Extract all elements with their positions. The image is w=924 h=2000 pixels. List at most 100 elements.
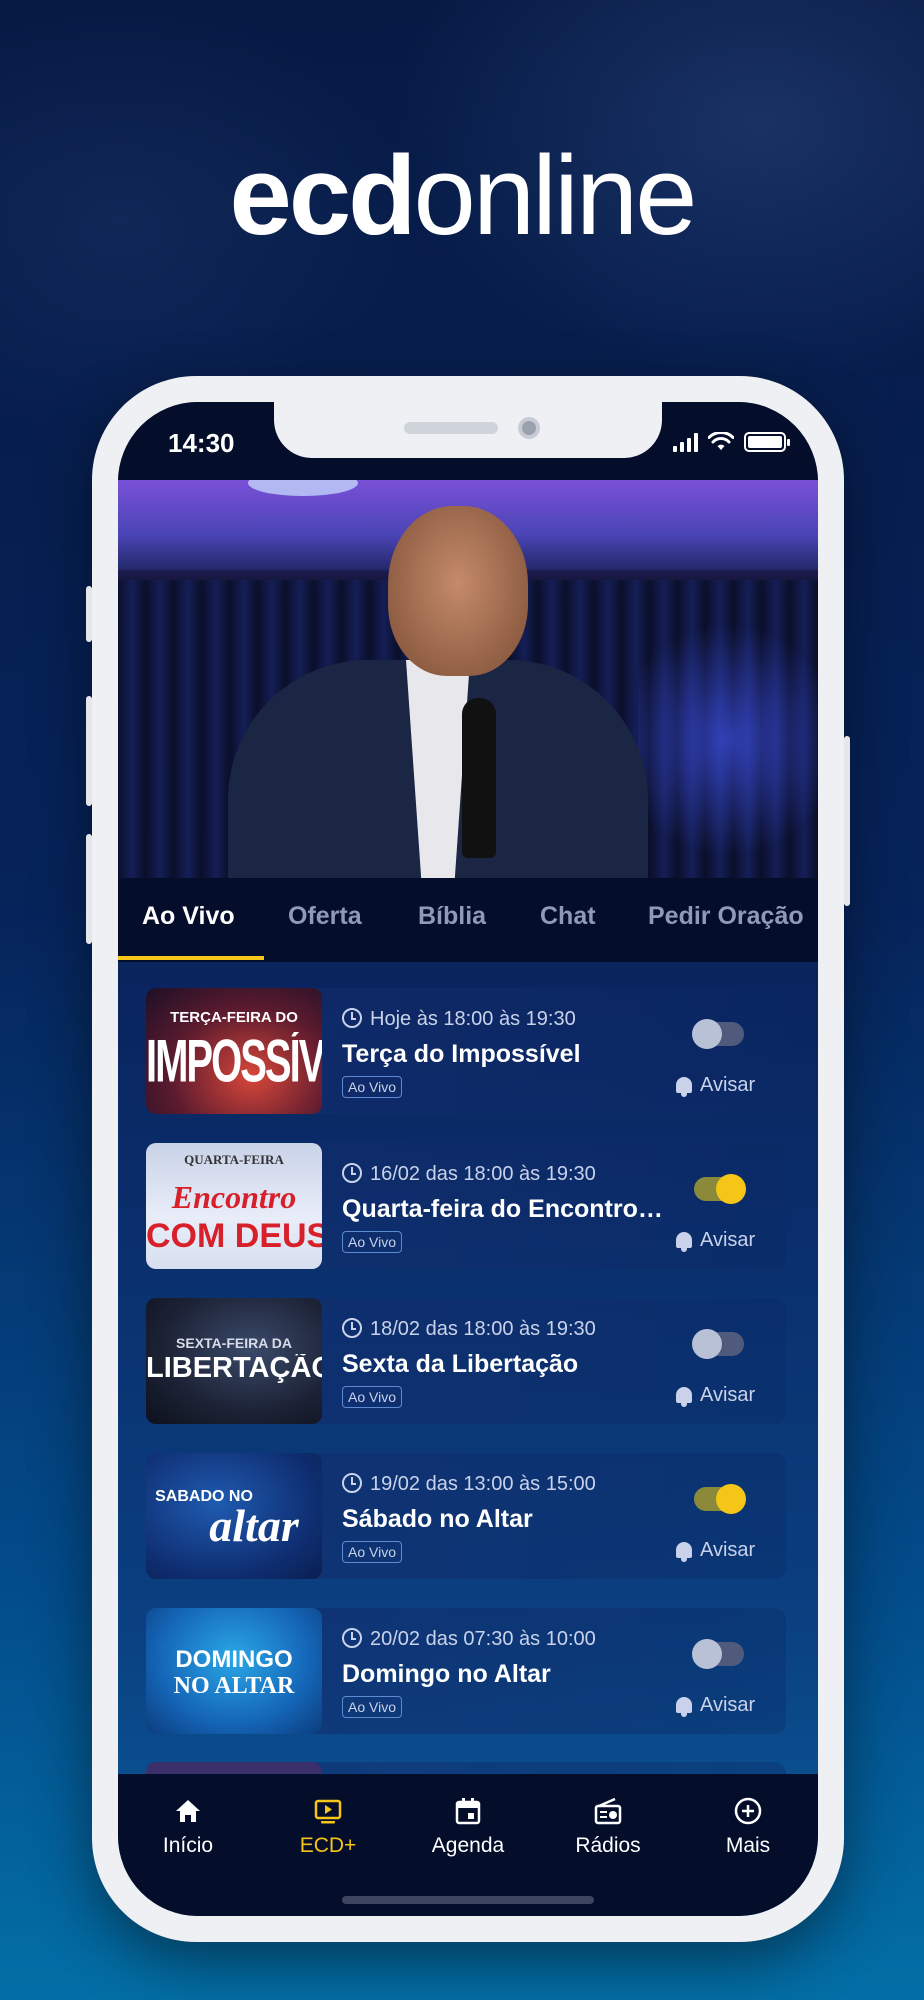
phone-volume-up (86, 696, 92, 806)
event-time-text: 19/02 das 13:00 às 15:00 (370, 1473, 596, 1495)
nav-mais-label: Mais (725, 1834, 771, 1857)
phone-screen: 14:30 Ao Vivo Oferta Bíblia Chat Pedir O… (118, 402, 818, 1916)
radio-icon (594, 1797, 622, 1825)
thumb-line2: altar (209, 1503, 299, 1549)
tab-ao-vivo[interactable]: Ao Vivo (142, 902, 235, 931)
event-title: Domingo no Altar (342, 1660, 551, 1688)
bell-icon (676, 1232, 692, 1252)
event-time: Hoje às 18:00 às 19:30 (342, 1008, 576, 1031)
toggle-knob (692, 1019, 722, 1049)
notify-toggle[interactable] (692, 1639, 744, 1669)
clock-icon (342, 1318, 362, 1338)
notify-label[interactable]: Avisar (676, 1384, 755, 1407)
phone-power-button (844, 736, 850, 906)
nav-radios-label: Rádios (575, 1834, 641, 1857)
notify-toggle[interactable] (692, 1329, 744, 1359)
event-time: 16/02 das 18:00 às 19:30 (342, 1163, 596, 1186)
event-time-text: 20/02 das 07:30 às 10:00 (370, 1628, 596, 1650)
event-card[interactable]: SÁBADO NO altar 19/02 das 13:00 às 15:00… (146, 1453, 786, 1579)
phone-mockup: 14:30 Ao Vivo Oferta Bíblia Chat Pedir O… (86, 376, 850, 1942)
calendar-icon (455, 1798, 481, 1825)
event-title: Quarta-feira do Encontro com Deus (342, 1195, 664, 1223)
notify-toggle[interactable] (694, 1484, 746, 1514)
event-time: 20/02 das 07:30 às 10:00 (342, 1628, 596, 1651)
brand-logo-part1: ecd (229, 133, 417, 258)
event-card[interactable]: DOMINGO NO ALTAR 20/02 das 07:30 às 10:0… (146, 1608, 786, 1734)
event-thumbnail: TERÇA-FEIRA DO IMPOSSÍVEL (146, 988, 322, 1114)
phone-volume-down (86, 834, 92, 944)
notch-speaker (404, 422, 498, 434)
event-thumbnail: QUARTA-FEIRA Encontro COM DEUS (146, 1143, 322, 1269)
nav-agenda[interactable]: Agenda (398, 1796, 538, 1858)
event-time: 19/02 das 13:00 às 15:00 (342, 1473, 596, 1496)
notify-label-text: Avisar (700, 1694, 756, 1716)
wifi-icon (708, 432, 734, 450)
nav-inicio[interactable]: Início (118, 1796, 258, 1858)
event-card[interactable]: TERÇA-FEIRA DO IMPOSSÍVEL Hoje às 18:00 … (146, 988, 786, 1114)
nav-radios[interactable]: Rádios (538, 1796, 678, 1858)
brand-logo-part2: online (413, 133, 698, 258)
event-card[interactable]: SEXTA-FEIRA DA LIBERTAÇÃO 18/02 das 18:0… (146, 1298, 786, 1424)
status-icons (673, 432, 790, 452)
tab-pedir-oracao[interactable]: Pedir Oração (648, 902, 804, 931)
home-icon (176, 1800, 200, 1822)
notify-label[interactable]: Avisar (676, 1074, 755, 1097)
nav-mais[interactable]: Mais (678, 1796, 818, 1858)
event-time-text: 18/02 das 18:00 às 19:30 (370, 1318, 596, 1340)
live-video-player[interactable] (118, 480, 818, 878)
clock-icon (342, 1008, 362, 1028)
bell-icon (676, 1387, 692, 1407)
live-badge: Ao Vivo (342, 1231, 402, 1253)
toggle-knob (716, 1484, 746, 1514)
signal-icon (673, 432, 698, 452)
tab-bar: Ao Vivo Oferta Bíblia Chat Pedir Oração (118, 878, 818, 962)
bell-icon (676, 1542, 692, 1562)
plus-circle-icon (734, 1797, 762, 1825)
live-badge: Ao Vivo (342, 1696, 402, 1718)
bell-icon (676, 1697, 692, 1717)
tab-oferta[interactable]: Oferta (288, 902, 362, 931)
thumb-line1: SEXTA-FEIRA DA (176, 1336, 292, 1350)
clock-icon (342, 1473, 362, 1493)
event-title: Sexta da Libertação (342, 1350, 579, 1378)
notify-toggle[interactable] (692, 1019, 744, 1049)
nav-ecd-plus-label: ECD+ (299, 1834, 357, 1857)
event-title: Terça do Impossível (342, 1040, 581, 1068)
notify-label-text: Avisar (700, 1229, 756, 1251)
thumb-line1: DOMINGO (175, 1648, 293, 1672)
event-time-text: 16/02 das 18:00 às 19:30 (370, 1163, 596, 1185)
thumb-line1: TERÇA-FEIRA DO (170, 1010, 298, 1025)
notify-label[interactable]: Avisar (676, 1694, 755, 1717)
phone-notch (274, 402, 662, 458)
event-time-text: Hoje às 18:00 às 19:30 (370, 1008, 576, 1030)
thumb-line2: IMPOSSÍVEL (146, 1032, 322, 1092)
live-badge: Ao Vivo (342, 1076, 402, 1098)
live-badge: Ao Vivo (342, 1541, 402, 1563)
nav-agenda-label: Agenda (431, 1834, 505, 1857)
event-title: Sábado no Altar (342, 1505, 533, 1533)
notify-label[interactable]: Avisar (676, 1229, 755, 1252)
status-time: 14:30 (168, 428, 235, 458)
event-time: 18/02 das 18:00 às 19:30 (342, 1318, 596, 1341)
thumb-line2: NO ALTAR (173, 1674, 295, 1698)
notify-label-text: Avisar (700, 1384, 756, 1406)
event-thumbnail: SEXTA-FEIRA DA LIBERTAÇÃO (146, 1298, 322, 1424)
hero-stage-light (638, 600, 818, 878)
clock-icon (342, 1628, 362, 1648)
thumb-line2: LIBERTAÇÃO (146, 1354, 322, 1383)
notify-label-text: Avisar (700, 1539, 756, 1561)
toggle-knob (692, 1329, 722, 1359)
nav-inicio-label: Início (162, 1834, 214, 1857)
toggle-knob (692, 1639, 722, 1669)
tab-chat[interactable]: Chat (540, 902, 596, 931)
notify-label[interactable]: Avisar (676, 1539, 755, 1562)
notify-toggle[interactable] (694, 1174, 746, 1204)
tab-active-indicator (118, 956, 264, 960)
tab-biblia[interactable]: Bíblia (418, 902, 486, 931)
microphone (462, 698, 496, 858)
event-thumbnail: SÁBADO NO altar (146, 1453, 322, 1579)
home-indicator (342, 1896, 594, 1904)
event-thumbnail: DOMINGO NO ALTAR (146, 1608, 322, 1734)
event-card[interactable]: QUARTA-FEIRA Encontro COM DEUS 16/02 das… (146, 1143, 786, 1269)
nav-ecd-plus[interactable]: ECD+ (258, 1796, 398, 1858)
